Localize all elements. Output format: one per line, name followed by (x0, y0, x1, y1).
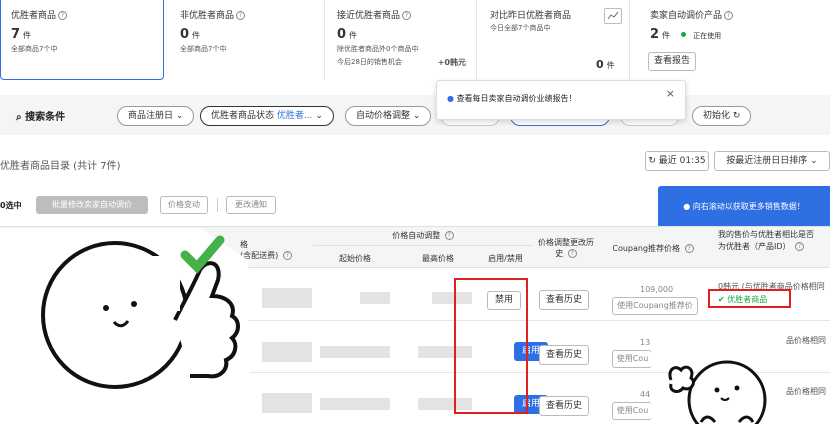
winner-text: 品价格相同 (786, 336, 826, 345)
help-icon: ? (58, 11, 68, 20)
card-sub: 全部商品7个中 (11, 45, 58, 53)
sort-select[interactable]: 按最近注册日日排序 ⌄ (714, 151, 830, 171)
card-value: 0 (596, 58, 604, 71)
summary-card-near-winner[interactable]: 接近优胜者商品? 0件 除优胜者商品外0个商品中 今后28日的销售机会 +0韩元 (327, 0, 477, 80)
use-coupang-price-button[interactable]: 使用Cou (612, 350, 652, 368)
thumbs-up-sticker (0, 228, 250, 424)
col-winner: 我的售价与优胜者相比是否为优胜者（产品ID） ? (718, 230, 814, 251)
card-value: 0 (337, 27, 347, 42)
coupang-price: 109,000 (640, 285, 674, 294)
chevron-down-icon: ⌄ (412, 111, 421, 121)
help-icon: ? (236, 11, 246, 20)
help-icon: ? (402, 11, 412, 20)
use-coupang-price-button[interactable]: 使用Cou (612, 402, 652, 420)
card-sub: 除优胜者商品外0个商品中 (337, 45, 419, 53)
filter-winner-status[interactable]: 优胜者商品状态 优胜者... ⌄ (200, 106, 334, 126)
card-title: 非优胜者商品 (180, 11, 235, 21)
refresh-button[interactable]: ↻ 最近 01:35 (645, 151, 709, 171)
trend-chart-icon[interactable] (604, 8, 622, 24)
card-sub: 今日全部7个商品中 (490, 24, 551, 32)
col-max-price: 最高价格 (422, 254, 454, 263)
card-unit: 件 (662, 31, 671, 40)
card-extra: +0韩元 (437, 58, 466, 67)
status-text: 正在使用 (693, 32, 722, 40)
search-condition-label: ⌕ 搜索条件 (16, 112, 66, 123)
card-unit: 件 (192, 31, 201, 40)
col-history: 价格调整更改历史 ? (538, 238, 594, 258)
reset-button[interactable]: 初始化 ↻ (692, 106, 752, 126)
card-title: 卖家自动调价产品 (650, 11, 723, 21)
filter-auto-price[interactable]: 自动价格调整 ⌄ (345, 106, 432, 126)
card-value: 7 (11, 27, 21, 42)
card-sub2: 今后28日的销售机会 (337, 58, 402, 66)
coupang-price: 44 (640, 390, 651, 399)
view-history-button[interactable]: 查看历史 (539, 290, 589, 310)
refresh-icon: ↻ (648, 156, 656, 166)
chevron-down-icon: ⌄ (810, 156, 818, 166)
card-unit: 件 (23, 31, 32, 40)
refresh-icon: ↻ (732, 111, 741, 121)
summary-card-non-winner[interactable]: 非优胜者商品? 0件 全部商品7个中 (170, 0, 325, 80)
report-tooltip: ● 查看每日卖家自动调价业绩报告！ × (436, 80, 686, 120)
use-coupang-price-button[interactable]: 使用Coupang推荐价 (612, 297, 698, 315)
card-unit: 件 (606, 61, 615, 70)
card-title: 对比昨日优胜者商品 (490, 11, 572, 21)
card-sub: 全部商品7个中 (180, 45, 227, 53)
summary-card-auto-price[interactable]: 卖家自动调价产品? 2件 正在使用 查看报告 (640, 0, 830, 80)
filter-register-date[interactable]: 商品注册日 ⌄ (117, 106, 195, 126)
view-report-button[interactable]: 查看报告 (648, 52, 696, 71)
info-icon: ● (683, 202, 691, 211)
summary-card-winner[interactable]: 优胜者商品? 7件 全部商品7个中 (0, 0, 164, 80)
tooltip-text: 查看每日卖家自动调价业绩报告！ (456, 94, 577, 103)
highlight-winner-badge (708, 289, 791, 308)
card-value: 0 (180, 27, 190, 42)
search-icon: ⌕ (16, 112, 22, 123)
scroll-hint-banner: ● 向右滚动以获取更多销售数据！ (658, 186, 830, 228)
card-value: 2 (650, 27, 660, 42)
view-history-button[interactable]: 查看历史 (539, 396, 589, 416)
chevron-down-icon: ⌄ (175, 111, 184, 121)
summary-card-vs-yesterday[interactable]: 对比昨日优胜者商品 今日全部7个商品中 0件 (480, 0, 630, 80)
highlight-toggle-column (454, 278, 528, 414)
col-start-price: 起始价格 (339, 254, 371, 263)
col-toggle: 启用/禁用 (488, 254, 523, 263)
mascot-sticker (668, 360, 767, 424)
close-icon[interactable]: × (666, 87, 675, 100)
chevron-down-icon: ⌄ (315, 111, 323, 121)
winner-text: 品价格相同 (786, 387, 826, 396)
status-dot-icon (680, 32, 686, 37)
view-history-button[interactable]: 查看历史 (539, 345, 589, 365)
col-auto-price-group: 价格自动调整 ? (313, 230, 533, 241)
col-coupang: Coupang推荐价格 ? (598, 243, 708, 254)
info-icon: ● (447, 94, 454, 103)
help-icon: ? (724, 11, 734, 20)
card-unit: 件 (349, 31, 358, 40)
card-title: 接近优胜者商品 (337, 11, 401, 21)
list-title: 优胜者商品目录 (共计 7件) (0, 161, 121, 172)
card-title: 优胜者商品 (11, 11, 57, 21)
coupang-price: 13 (640, 338, 651, 347)
